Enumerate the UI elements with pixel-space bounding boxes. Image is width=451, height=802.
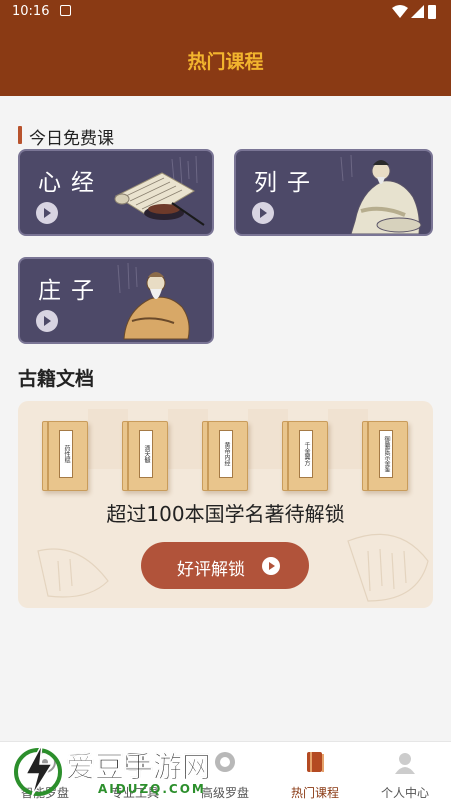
- app-header: 热门课程: [0, 24, 451, 96]
- scroll-illustration: [114, 155, 205, 226]
- battery-icon: [428, 5, 436, 19]
- page-title: 热门课程: [187, 51, 264, 73]
- play-icon[interactable]: [36, 310, 58, 332]
- free-courses-title: 今日免费课: [29, 129, 114, 149]
- tab-label: 个人中心: [380, 786, 429, 800]
- book-cover[interactable]: 药性赋: [42, 421, 88, 491]
- book-cover[interactable]: 滴天髓: [122, 421, 168, 491]
- book-spine: [207, 422, 209, 490]
- course-card-zhuangzi[interactable]: 庄子: [18, 257, 214, 344]
- sage-illustration: [340, 154, 422, 234]
- book-spine: [367, 422, 369, 490]
- tab-profile[interactable]: 个人中心: [360, 742, 450, 802]
- book-label: 滴天髓: [139, 430, 153, 478]
- course-card-liezi[interactable]: 列子: [234, 149, 433, 236]
- status-bar: 10:16: [0, 0, 451, 24]
- tab-label: 热门课程: [290, 786, 339, 800]
- book-spine: [287, 422, 289, 490]
- course-title: 庄子: [38, 278, 104, 304]
- ancient-docs-panel: 药性赋 滴天髓 黄帝内经 千金翼方 御纂医宗金鉴 超过100本国学名著待解锁 好…: [18, 401, 433, 608]
- signal-icon: [411, 5, 424, 18]
- unlock-button[interactable]: 好评解锁: [141, 542, 309, 589]
- watermark: 爱豆手游网 AIDUZQ.COM: [14, 742, 250, 798]
- wifi-icon: [392, 5, 408, 18]
- book-icon: [307, 752, 324, 772]
- watermark-title: 爱豆手游网: [66, 750, 212, 785]
- course-title: 心经: [38, 170, 104, 196]
- sage-illustration: [117, 262, 190, 340]
- play-icon[interactable]: [252, 202, 274, 224]
- unlock-promo-text: 超过100本国学名著待解锁: [106, 502, 345, 526]
- status-time: 10:16: [12, 4, 50, 19]
- ancient-docs-title: 古籍文档: [18, 368, 95, 390]
- book-cover[interactable]: 御纂医宗金鉴: [362, 421, 408, 491]
- book-label: 黄帝内经: [219, 430, 233, 478]
- unlock-button-label: 好评解锁: [177, 560, 245, 580]
- play-icon[interactable]: [36, 202, 58, 224]
- book-cover[interactable]: 千金翼方: [282, 421, 328, 491]
- book-spine: [127, 422, 129, 490]
- book-spine: [47, 422, 49, 490]
- arrow-right-icon: [262, 557, 280, 575]
- avatar-icon: [395, 753, 415, 774]
- watermark-url: AIDUZQ.COM: [98, 782, 206, 796]
- lightning-logo-icon: [14, 743, 62, 797]
- book-label: 药性赋: [59, 430, 73, 478]
- book-cover[interactable]: 黄帝内经: [202, 421, 248, 491]
- book-label: 千金翼方: [299, 430, 313, 478]
- course-title: 列子: [254, 170, 320, 196]
- tab-hot-courses[interactable]: 热门课程: [270, 742, 360, 802]
- course-card-xinjing[interactable]: 心经: [18, 149, 214, 236]
- book-label: 御纂医宗金鉴: [379, 430, 393, 478]
- notification-icon: [60, 5, 71, 16]
- section-marker: [18, 126, 22, 144]
